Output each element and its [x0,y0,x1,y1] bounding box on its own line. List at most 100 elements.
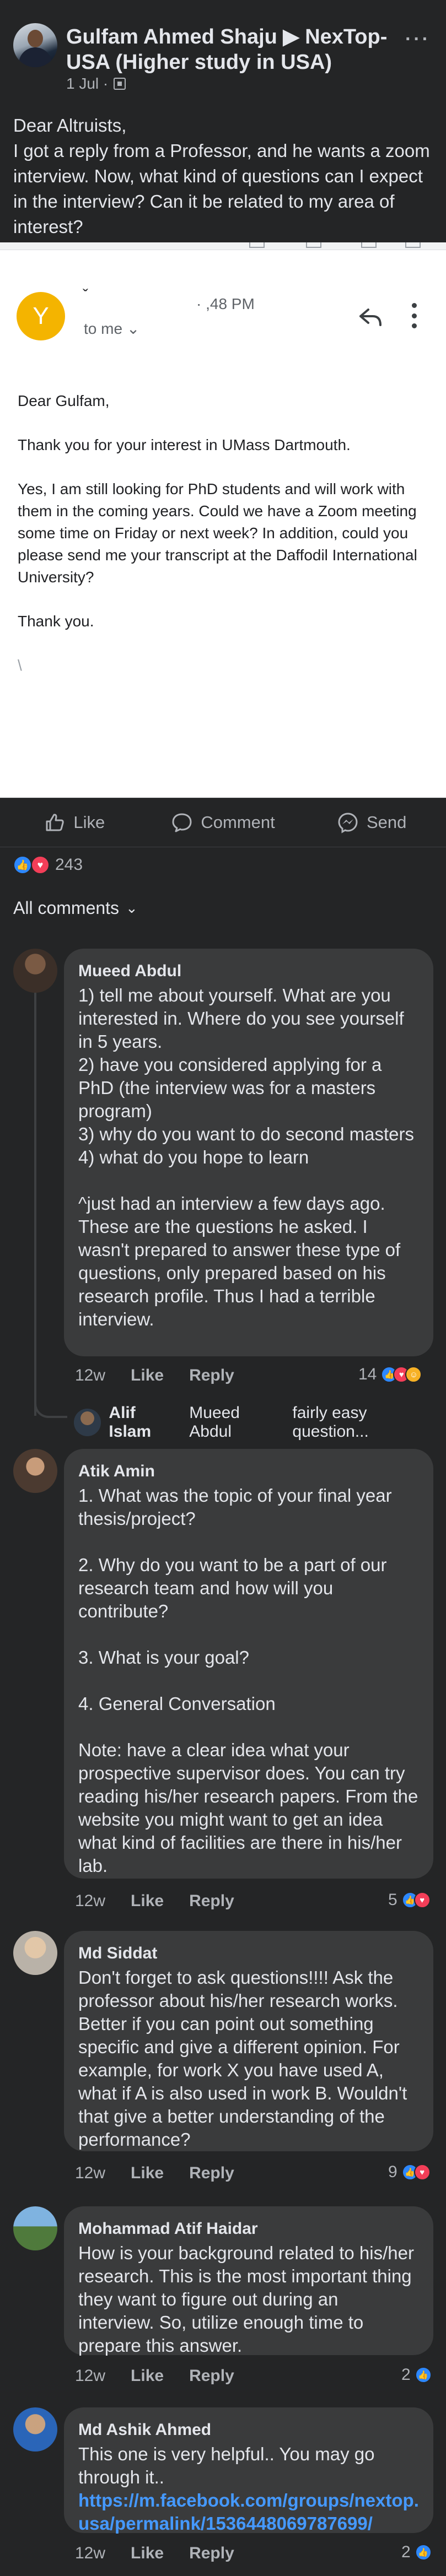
send-button[interactable]: Send [297,811,446,834]
comment-link[interactable]: https://m.facebook.com/groups/nextop.usa… [78,2489,419,2535]
chevron-down-icon: ⌄ [126,900,138,916]
reply-avatar [74,1409,101,1436]
commenter-avatar[interactable] [13,2407,57,2451]
commenter-name[interactable]: Md Ashik Ahmed [78,2420,419,2440]
comment-reaction-number: 5 [388,1891,397,1909]
reply-mention: Mueed Abdul [189,1404,240,1441]
thread-line [34,986,36,1416]
commenter-avatar[interactable] [13,1931,57,1975]
comment-like-button[interactable]: Like [131,2367,164,2385]
audience-icon [114,78,126,90]
more-icon [405,242,421,248]
email-screenshot-image[interactable]: Y ˇ · ,48 PM to me ⌄ Dear Gulfam, Thank … [0,242,446,798]
thread-connector [34,1399,67,1418]
comment-bubble: Mueed Abdul 1) tell me about yourself. W… [64,949,433,1356]
reaction-count: 243 [55,856,83,874]
comment-reaction-icons: 👍 [415,2544,432,2561]
comment-time[interactable]: 12w [75,2544,105,2563]
messenger-icon [338,813,358,834]
comment-bubble: Md Ashik Ahmed This one is very helpful.… [64,2407,433,2535]
email-recipient: to me ⌄ [84,320,140,337]
commenter-name[interactable]: Atik Amin [78,1461,419,1482]
reaction-summary[interactable]: 👍 ♥ 243 [13,856,83,874]
delete-icon [306,242,321,248]
comment-text: How is your background related to his/he… [78,2243,414,2356]
more-options-icon[interactable]: ··· [405,29,431,50]
email-signature: \ [18,657,22,674]
commenter-name[interactable]: Mohammad Atif Haidar [78,2218,419,2239]
comment-like-button[interactable]: Like [131,1892,164,1911]
comment-icon [172,813,192,832]
post-meta: 1 Jul · [66,75,126,93]
comment-reaction-count[interactable]: 9 👍 ♥ [388,2163,431,2182]
chevron-down-icon: ⌄ [126,320,140,337]
comment-reply-button[interactable]: Reply [189,1366,234,1385]
like-button[interactable]: Like [0,811,149,834]
post-header: Gulfam Ahmed Shaju ▶ NexTop-USA (Higher … [0,0,446,99]
post-author[interactable]: Gulfam Ahmed Shaju ▶ NexTop-USA (Higher … [66,24,430,75]
email-paragraph-2: Yes, I am still looking for PhD students… [18,480,417,586]
sender-avatar: Y [17,292,65,340]
like-reaction-icon: 👍 [415,2367,432,2383]
commenter-name[interactable]: Mueed Abdul [78,961,419,982]
comment-label: Comment [201,813,275,832]
comment-reaction-number: 2 [401,2543,411,2561]
comment-reaction-count[interactable]: 5 👍 ♥ [388,1891,431,1909]
comment-bubble: Mohammad Atif Haidar How is your backgro… [64,2206,433,2356]
sender-name: ˇ [83,286,88,305]
commenter-avatar[interactable] [13,949,57,993]
comment-reaction-icons: 👍 ♥ [401,1892,431,1908]
comment-time[interactable]: 12w [75,2164,105,2183]
post-text: Dear Altruists, I got a reply from a Pro… [13,115,430,237]
comment-actions: 12w Like Reply [75,1366,234,1385]
love-reaction-icon: ♥ [31,856,50,874]
author-avatar[interactable] [13,23,57,67]
email-body: Dear Gulfam, Thank you for your interest… [18,390,426,699]
comment-reply-button[interactable]: Reply [189,2367,234,2385]
comment-actions: 12w Like Reply [75,2164,234,2183]
comment-text: 1) tell me about yourself. What are you … [78,985,414,1329]
commenter-avatar[interactable] [13,1449,57,1493]
comment-time[interactable]: 12w [75,1366,105,1385]
comment-reaction-number: 9 [388,2163,397,2181]
comment-actions: 12w Like Reply [75,2544,234,2563]
comment-reaction-icons: 👍 ♥ [401,2164,431,2180]
comment-actions: 12w Like Reply [75,2367,234,2385]
like-reaction-icon: 👍 [13,856,32,874]
reply-author: Alif Islam [109,1404,152,1441]
comment-like-button[interactable]: Like [131,2164,164,2183]
email-toolbar-strip [0,242,446,250]
comment-reaction-number: 2 [401,2366,411,2384]
thumbs-up-icon [46,814,65,831]
comment-reaction-icons: 👍 [415,2367,432,2383]
mail-icon [361,242,377,248]
comment-reply-button[interactable]: Reply [189,2544,234,2563]
comment-button[interactable]: Comment [149,811,298,834]
comment-reaction-count[interactable]: 2 👍 [401,2543,432,2562]
comment-like-button[interactable]: Like [131,1366,164,1385]
comment-text: This one is very helpful.. You may go th… [78,2444,375,2487]
email-closing: Thank you. [18,613,94,630]
comment-time[interactable]: 12w [75,2367,105,2385]
reply-preview[interactable]: Alif Islam Mueed Abdul fairly easy quest… [74,1404,446,1441]
post-action-bar: Like Comment Send [0,798,446,847]
kebab-menu-icon [411,303,417,328]
comments-filter-dropdown[interactable]: All comments ⌄ [13,898,138,918]
comment-reaction-number: 14 [358,1365,377,1383]
like-label: Like [73,813,105,832]
comment-reply-button[interactable]: Reply [189,1892,234,1911]
email-paragraph-1: Thank you for your interest in UMass Dar… [18,436,351,453]
post-date[interactable]: 1 Jul · [66,75,108,93]
commenter-name[interactable]: Md Siddat [78,1943,419,1964]
comment-reaction-icons: 👍 ♥ ☺ [381,1366,422,1383]
commenter-avatar[interactable] [13,2206,57,2250]
comment-reply-button[interactable]: Reply [189,2164,234,2183]
comment-like-button[interactable]: Like [131,2544,164,2563]
comment-text: 1. What was the topic of your final year… [78,1485,418,1876]
comment-reaction-count[interactable]: 2 👍 [401,2366,432,2384]
email-time: · ,48 PM [196,295,255,312]
send-label: Send [366,813,407,832]
comment-time[interactable]: 12w [75,1892,105,1911]
reply-text: fairly easy question... [292,1404,369,1441]
comment-reaction-count[interactable]: 14 👍 ♥ ☺ [358,1365,422,1384]
